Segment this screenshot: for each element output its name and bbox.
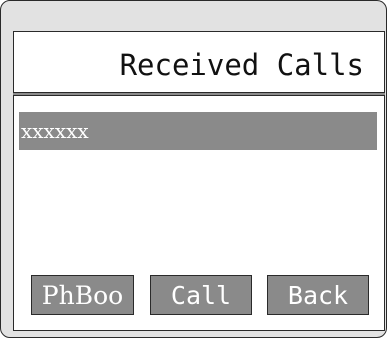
back-softkey[interactable]: Back: [267, 275, 369, 315]
call-list-item-selected[interactable]: xxxxxx: [19, 112, 377, 150]
phone-device: Received Calls xxxxxx PhBoo Call Back: [0, 0, 387, 338]
screen-title: Received Calls: [119, 48, 364, 82]
call-softkey[interactable]: Call: [150, 275, 252, 315]
phonebook-softkey[interactable]: PhBoo: [31, 275, 134, 315]
title-divider: [13, 92, 385, 96]
received-calls-list: xxxxxx: [19, 112, 377, 150]
phone-screen: Received Calls xxxxxx PhBoo Call Back: [13, 31, 385, 331]
